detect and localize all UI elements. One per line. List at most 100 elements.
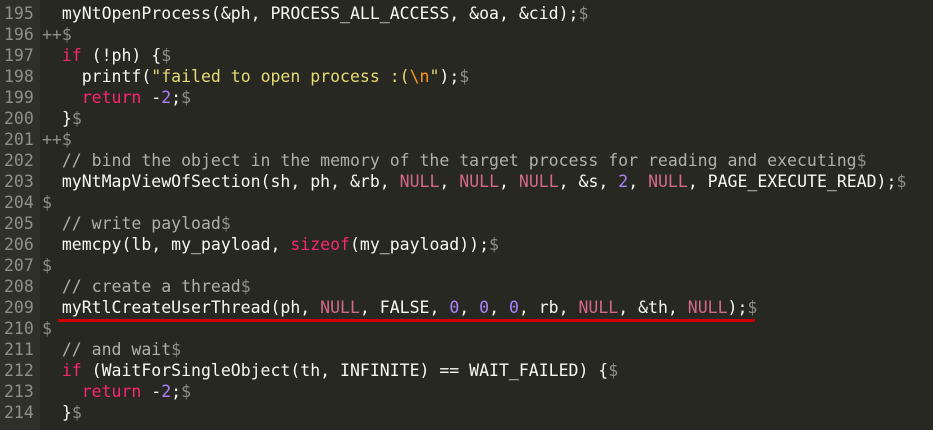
eol-marker: $: [42, 193, 52, 212]
code-token: );: [439, 67, 460, 86]
whitespace-marker: [42, 277, 62, 296]
eol-marker: $: [71, 109, 82, 128]
code-editor[interactable]: 195 myNtOpenProcess(&ph, PROCESS_ALL_ACC…: [0, 0, 933, 430]
code-token: , &s,: [558, 172, 619, 191]
code-line[interactable]: 205 // write payload$: [0, 213, 933, 234]
whitespace-marker: [42, 298, 62, 317]
code-token: 2: [161, 88, 172, 107]
line-text: $: [42, 318, 52, 339]
line-text: // create a thread$: [42, 276, 251, 297]
line-number: 210: [4, 319, 34, 338]
code-token: ,: [628, 172, 649, 191]
code-line[interactable]: 212 if (WaitForSingleObject(th, INFINITE…: [0, 360, 933, 381]
code-token: 2: [618, 172, 629, 191]
code-line[interactable]: 211 // and wait$: [0, 339, 933, 360]
code-line[interactable]: [0, 423, 933, 430]
eol-marker: $: [578, 4, 589, 23]
code-token: 0: [479, 298, 490, 317]
line-number: 200: [4, 109, 34, 128]
code-token: ;: [171, 88, 182, 107]
code-token: -: [141, 382, 162, 401]
line-number: 208: [4, 277, 34, 296]
whitespace-marker: [42, 403, 62, 422]
code-token: , rb,: [518, 298, 579, 317]
code-token: return: [81, 382, 142, 401]
code-token: if: [61, 361, 82, 380]
line-number: 213: [4, 382, 34, 401]
code-token: "failed to open process :(: [151, 67, 410, 86]
line-number: 198: [4, 67, 34, 86]
code-token: 0: [508, 298, 519, 317]
code-token: 2: [161, 382, 172, 401]
eol-marker: $: [896, 172, 907, 191]
line-number: 202: [4, 151, 34, 170]
code-token: NULL: [687, 298, 728, 317]
eol-marker: $: [71, 403, 82, 422]
code-line[interactable]: 206 memcpy(lb, my_payload, sizeof(my_pay…: [0, 234, 933, 255]
line-text: // bind the object in the memory of the …: [42, 150, 867, 171]
eol-marker: $: [856, 151, 867, 170]
code-line[interactable]: 198 printf("failed to open process :(\n"…: [0, 66, 933, 87]
code-line[interactable]: 197 if (!ph) {$: [0, 45, 933, 66]
line-text: myRtlCreateUserThread(ph, NULL, FALSE, 0…: [42, 297, 757, 318]
code-token: NULL: [648, 172, 688, 191]
code-line[interactable]: 204 $: [0, 192, 933, 213]
whitespace-marker: [42, 382, 82, 401]
code-line[interactable]: 214 }$: [0, 402, 933, 423]
whitespace-marker: [42, 340, 62, 359]
code-token: myNtOpenProcess(&ph, PROCESS_ALL_ACCESS,…: [61, 4, 579, 23]
eol-marker: $: [161, 46, 172, 65]
line-text: return -2;$: [42, 381, 191, 402]
line-text: myNtOpenProcess(&ph, PROCESS_ALL_ACCESS,…: [42, 3, 589, 24]
eol-marker: $: [459, 67, 470, 86]
eol-marker: $: [61, 130, 72, 149]
code-token: return: [81, 88, 142, 107]
whitespace-marker: [42, 235, 62, 254]
eol-marker: $: [171, 340, 182, 359]
code-line[interactable]: 209 myRtlCreateUserThread(ph, NULL, FALS…: [0, 297, 933, 318]
eol-marker: $: [61, 25, 72, 44]
line-number: 195: [4, 4, 34, 23]
whitespace-marker: [42, 46, 62, 65]
code-line[interactable]: 201 ++$: [0, 129, 933, 150]
code-token: myRtlCreateUserThread(ph,: [61, 298, 321, 317]
line-number: 199: [4, 88, 34, 107]
code-token: myNtMapViewOfSection(sh, ph, &rb,: [61, 172, 400, 191]
line-text: return -2;$: [42, 87, 191, 108]
code-line[interactable]: 199 return -2;$: [0, 87, 933, 108]
code-token: NULL: [320, 298, 360, 317]
code-token: }: [61, 403, 72, 422]
line-number: 214: [4, 403, 34, 422]
code-line[interactable]: 202 // bind the object in the memory of …: [0, 150, 933, 171]
line-number: 196: [4, 25, 34, 44]
line-text: memcpy(lb, my_payload, sizeof(my_payload…: [42, 234, 499, 255]
code-line[interactable]: 200 }$: [0, 108, 933, 129]
code-token: NULL: [399, 172, 440, 191]
line-number: 206: [4, 235, 34, 254]
line-number: 203: [4, 172, 34, 191]
code-line[interactable]: 213 return -2;$: [0, 381, 933, 402]
code-token: , PAGE_EXECUTE_READ);: [687, 172, 897, 191]
whitespace-marker: [42, 214, 62, 233]
line-number: 211: [4, 340, 34, 359]
line-text: [42, 423, 62, 430]
code-token: memcpy(lb, my_payload,: [61, 235, 291, 254]
code-line[interactable]: 195 myNtOpenProcess(&ph, PROCESS_ALL_ACC…: [0, 3, 933, 24]
eol-marker: $: [42, 319, 52, 338]
code-line[interactable]: 208 // create a thread$: [0, 276, 933, 297]
line-text: ++$: [42, 24, 72, 45]
code-line[interactable]: 203 myNtMapViewOfSection(sh, ph, &rb, NU…: [0, 171, 933, 192]
eol-marker: $: [608, 361, 619, 380]
line-text: // write payload$: [42, 213, 231, 234]
line-number: 207: [4, 256, 34, 275]
code-line[interactable]: 196 ++$: [0, 24, 933, 45]
whitespace-marker: [42, 67, 82, 86]
code-token: // bind the object in the memory of the …: [61, 151, 857, 170]
line-text: $: [42, 255, 52, 276]
code-line[interactable]: 207 $: [0, 255, 933, 276]
code-token: NULL: [518, 172, 559, 191]
code-token: ;: [171, 382, 182, 401]
eol-marker: $: [747, 298, 758, 317]
eol-marker: $: [220, 214, 231, 233]
code-token: (my_payload));: [349, 235, 490, 254]
